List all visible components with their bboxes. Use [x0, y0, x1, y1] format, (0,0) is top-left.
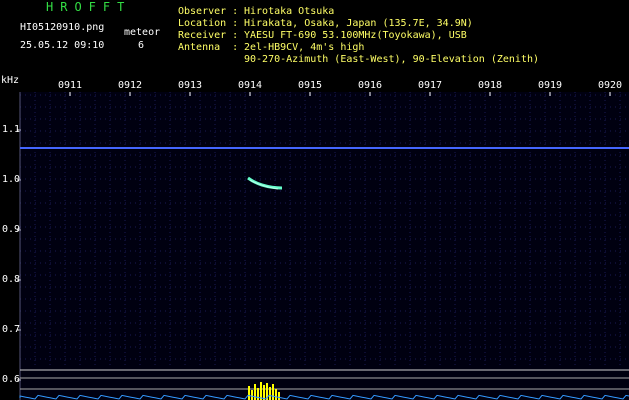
- level-bar: [260, 382, 262, 400]
- level-bar: [257, 388, 259, 400]
- level-bar: [272, 384, 274, 400]
- level-bar: [275, 389, 277, 400]
- level-bar: [263, 385, 265, 400]
- hrofft-window: HROFFT HI05120910.png meteor 25.05.12 09…: [0, 0, 629, 400]
- spectrogram-background: [20, 92, 629, 400]
- spectrogram-plot: [17, 92, 629, 400]
- level-bar: [248, 386, 250, 400]
- level-bar: [254, 384, 256, 400]
- level-bar: [278, 392, 280, 400]
- level-bar: [251, 390, 253, 400]
- level-bar: [269, 387, 271, 400]
